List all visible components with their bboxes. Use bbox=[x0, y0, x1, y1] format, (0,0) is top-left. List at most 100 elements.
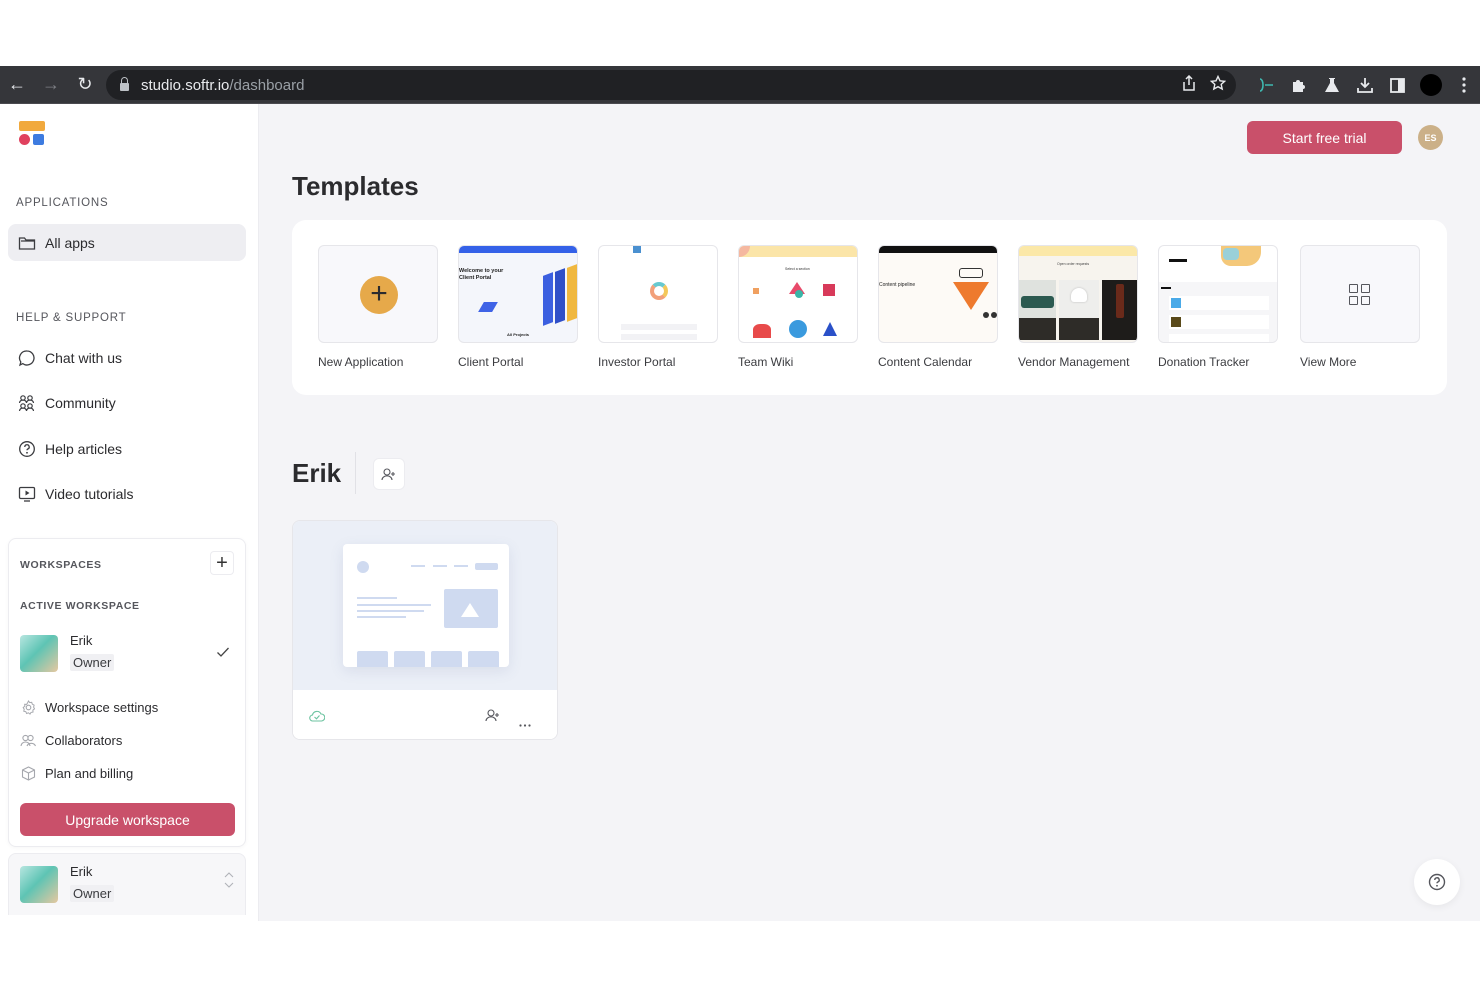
star-icon[interactable] bbox=[1209, 74, 1227, 95]
template-name: View More bbox=[1300, 355, 1357, 369]
workspace-link-label: Collaborators bbox=[45, 732, 123, 748]
template-thumbnail: Select a section bbox=[738, 245, 858, 343]
back-button[interactable]: ← bbox=[0, 66, 34, 104]
sidebar-item-label: Community bbox=[45, 394, 116, 411]
app-area: APPLICATIONS All apps HELP & SUPPORT Cha… bbox=[0, 104, 1480, 921]
template-donation-tracker[interactable]: Donation Tracker bbox=[1158, 245, 1278, 369]
template-name: Team Wiki bbox=[738, 355, 794, 369]
template-team-wiki[interactable]: Select a section Team Wiki bbox=[738, 245, 858, 369]
add-collaborator-button[interactable] bbox=[373, 458, 405, 490]
question-circle-icon bbox=[1428, 873, 1446, 891]
app-card-footer bbox=[293, 690, 557, 739]
puzzle-icon[interactable] bbox=[1282, 66, 1315, 104]
template-thumbnail bbox=[1300, 245, 1420, 343]
check-icon bbox=[216, 645, 230, 661]
sidebar-item-video-tutorials[interactable]: Video tutorials bbox=[8, 475, 246, 512]
template-new-application[interactable]: + New Application bbox=[318, 245, 438, 369]
browser-toolbar: ← → ↻ studio.softr.io/dashboard bbox=[0, 66, 1480, 104]
workspace-settings-link[interactable]: Workspace settings bbox=[20, 698, 158, 716]
divider bbox=[355, 452, 356, 494]
template-name: New Application bbox=[318, 355, 404, 369]
sidebar-item-chat[interactable]: Chat with us bbox=[8, 339, 246, 376]
plus-icon: + bbox=[360, 276, 398, 314]
video-icon bbox=[17, 484, 37, 504]
collaborators-link[interactable]: Collaborators bbox=[20, 731, 122, 749]
sidebar-item-help-articles[interactable]: Help articles bbox=[8, 430, 246, 467]
more-options-button[interactable] bbox=[519, 714, 531, 732]
reload-button[interactable]: ↻ bbox=[68, 66, 102, 104]
active-workspace-item[interactable]: Erik Owner bbox=[20, 633, 236, 673]
sidebar-item-all-apps[interactable]: All apps bbox=[8, 224, 246, 261]
url-host: studio.softr.io bbox=[141, 76, 230, 94]
menu-icon[interactable] bbox=[1447, 66, 1480, 104]
chevron-up-down-icon bbox=[224, 870, 234, 893]
lock-icon[interactable] bbox=[120, 77, 129, 91]
upgrade-workspace-button[interactable]: Upgrade workspace bbox=[20, 803, 235, 836]
help-section-title: HELP & SUPPORT bbox=[16, 312, 127, 324]
question-circle-icon bbox=[17, 439, 37, 459]
workspace-name: Erik bbox=[70, 633, 93, 648]
workspace-link-label: Plan and billing bbox=[45, 765, 134, 781]
workspaces-title: WORKSPACES bbox=[20, 559, 102, 571]
template-name: Vendor Management bbox=[1018, 355, 1130, 369]
softr-logo[interactable] bbox=[19, 121, 45, 147]
add-workspace-button[interactable]: + bbox=[210, 551, 234, 575]
template-thumbnail: Open order requests bbox=[1018, 245, 1138, 343]
gear-icon bbox=[20, 699, 36, 715]
workspace-avatar bbox=[20, 866, 58, 903]
template-name: Investor Portal bbox=[598, 355, 676, 369]
folder-icon bbox=[17, 233, 37, 253]
sidebar-item-label: Help articles bbox=[45, 440, 123, 457]
workspace-name: Erik bbox=[70, 864, 93, 879]
help-button[interactable] bbox=[1414, 859, 1460, 905]
profile-icon[interactable] bbox=[1414, 66, 1447, 104]
share-icon[interactable] bbox=[1182, 74, 1196, 95]
download-icon[interactable] bbox=[1348, 66, 1381, 104]
sidebar-item-label: Chat with us bbox=[45, 349, 123, 366]
plan-billing-link[interactable]: Plan and billing bbox=[20, 764, 133, 782]
template-name: Client Portal bbox=[458, 355, 524, 369]
active-workspace-title: ACTIVE WORKSPACE bbox=[20, 600, 140, 612]
templates-heading: Templates bbox=[292, 171, 419, 201]
applications-section-title: APPLICATIONS bbox=[16, 197, 109, 209]
template-client-portal[interactable]: Welcome to your Client Portal All Projec… bbox=[458, 245, 578, 369]
template-thumbnail bbox=[598, 245, 718, 343]
ellipsis-icon bbox=[519, 724, 531, 727]
template-investor-portal[interactable]: Investor Portal bbox=[598, 245, 718, 369]
workspaces-panel: WORKSPACES + ACTIVE WORKSPACE Erik Owner… bbox=[8, 538, 246, 847]
user-plus-icon bbox=[485, 709, 499, 722]
sidebar-icon[interactable] bbox=[1381, 66, 1414, 104]
flask-icon[interactable] bbox=[1315, 66, 1348, 104]
share-app-button[interactable] bbox=[485, 708, 501, 727]
user-plus-icon bbox=[381, 468, 395, 481]
template-name: Donation Tracker bbox=[1158, 355, 1250, 369]
extension-app-icon[interactable] bbox=[1249, 66, 1282, 104]
templates-panel: + New Application Welcome to your Client… bbox=[292, 220, 1447, 395]
sidebar-item-community[interactable]: Community bbox=[8, 384, 246, 421]
forward-button[interactable]: → bbox=[34, 66, 68, 104]
workspace-avatar bbox=[20, 635, 58, 672]
template-vendor-management[interactable]: Open order requests Vendor Management bbox=[1018, 245, 1138, 369]
address-bar[interactable]: studio.softr.io/dashboard bbox=[106, 70, 1236, 100]
sidebar-item-label: Video tutorials bbox=[45, 485, 134, 502]
workspace-role-badge: Owner bbox=[70, 885, 115, 902]
template-thumbnail: Content pipeline bbox=[878, 245, 998, 343]
template-thumbnail: + bbox=[318, 245, 438, 343]
cloud-check-icon bbox=[309, 709, 326, 727]
template-content-calendar[interactable]: Content pipeline Content Calendar bbox=[878, 245, 998, 369]
app-card[interactable] bbox=[292, 520, 558, 740]
template-thumbnail: Welcome to your Client Portal All Projec… bbox=[458, 245, 578, 343]
workspace-link-label: Workspace settings bbox=[45, 699, 159, 715]
app-thumbnail-placeholder bbox=[343, 544, 509, 667]
screen: ← → ↻ studio.softr.io/dashboard APPLICAT… bbox=[0, 66, 1480, 921]
chat-bubble-icon bbox=[17, 348, 37, 368]
template-thumbnail bbox=[1158, 245, 1278, 343]
sidebar: APPLICATIONS All apps HELP & SUPPORT Cha… bbox=[0, 104, 259, 921]
app-preview[interactable] bbox=[293, 521, 557, 690]
users-icon bbox=[20, 733, 36, 747]
url-path: /dashboard bbox=[229, 76, 305, 94]
template-view-more[interactable]: View More bbox=[1300, 245, 1420, 369]
user-avatar[interactable]: ES bbox=[1418, 125, 1443, 150]
workspace-switcher[interactable]: Erik Owner bbox=[8, 853, 246, 915]
start-free-trial-button[interactable]: Start free trial bbox=[1247, 121, 1402, 154]
